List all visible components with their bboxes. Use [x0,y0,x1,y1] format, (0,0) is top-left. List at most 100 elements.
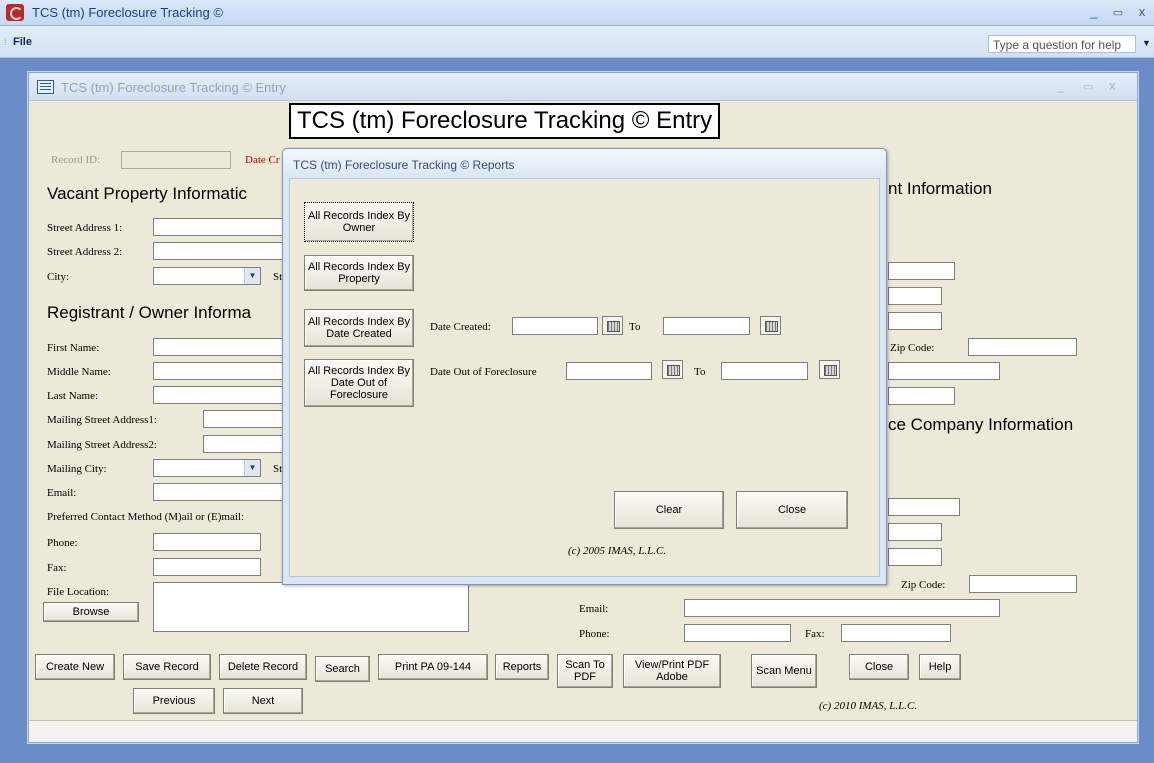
right-field-7[interactable] [888,523,942,541]
street-address-2-input[interactable] [153,242,287,260]
previous-button[interactable]: Previous [133,688,215,714]
minimize-icon[interactable]: _ [1057,78,1064,93]
email-label: Email: [47,487,77,499]
clear-button[interactable]: Clear [614,491,724,529]
search-button[interactable]: Search [315,656,370,682]
zip-code-input[interactable] [968,338,1077,356]
menu-file[interactable]: File [13,36,32,48]
right-fax-label: Fax: [805,628,825,640]
chevron-down-icon[interactable]: ▼ [1142,38,1151,48]
right-field-3[interactable] [888,312,942,330]
chevron-down-icon[interactable]: ▼ [244,460,260,476]
close-icon[interactable]: x [1109,78,1116,93]
zip-code-2-input[interactable] [969,575,1077,593]
first-name-input[interactable] [153,338,287,356]
report-by-date-out-button[interactable]: All Records Index By Date Out of Foreclo… [304,359,414,407]
calendar-icon[interactable] [760,316,781,335]
reports-dialog-body: All Records Index By Owner All Records I… [289,178,880,577]
print-pa-button[interactable]: Print PA 09-144 [378,654,488,680]
file-location-input[interactable] [153,582,469,632]
right-field-6[interactable] [888,498,960,516]
scan-to-pdf-button[interactable]: Scan To PDF [557,654,613,688]
delete-record-button[interactable]: Delete Record [219,654,307,680]
right-phone-label: Phone: [579,628,610,640]
mailing-city-label: Mailing City: [47,463,107,475]
right-email-label: Email: [579,603,609,615]
middle-name-input[interactable] [153,362,287,380]
report-by-date-created-button[interactable]: All Records Index By Date Created [304,309,414,347]
registrant-section-title: Registrant / Owner Informa [47,303,252,322]
right-section-title: nt Information [888,179,992,198]
close-form-button[interactable]: Close [849,654,909,680]
preferred-contact-label: Preferred Contact Method (M)ail or (E)ma… [47,511,245,523]
first-name-label: First Name: [47,342,100,354]
street-address-2-label: Street Address 2: [47,246,123,258]
zip-code-2-label: Zip Code: [901,579,946,591]
scan-menu-button[interactable]: Scan Menu [751,654,817,688]
mailing-address-2-label: Mailing Street Address2: [47,439,157,451]
date-out-to-input[interactable] [721,362,808,380]
help-button[interactable]: Help [919,654,961,680]
phone-label: Phone: [47,537,78,549]
view-print-pdf-button[interactable]: View/Print PDF Adobe [623,654,721,688]
date-created-label: Date Cr [245,154,280,166]
city-label: City: [47,271,70,283]
right-field-8[interactable] [888,548,942,566]
browse-button[interactable]: Browse [43,602,139,622]
street-address-1-input[interactable] [153,218,287,236]
mailing-address-2-input[interactable] [203,435,287,453]
restore-icon[interactable]: ▭ [1108,6,1128,19]
right-field-5[interactable] [888,387,955,405]
file-location-label: File Location: [47,586,110,598]
date-created-to-input[interactable] [663,317,750,335]
to-label: To [629,321,641,333]
fax-input[interactable] [153,558,261,576]
middle-name-label: Middle Name: [47,366,111,378]
date-out-filter-label: Date Out of Foreclosure [430,366,537,378]
calendar-icon[interactable] [819,360,840,379]
reports-dialog-title: TCS (tm) Foreclosure Tracking © Reports [293,158,515,172]
report-by-owner-button[interactable]: All Records Index By Owner [304,202,414,242]
chevron-down-icon[interactable]: ▼ [244,268,260,284]
form-icon [37,80,54,94]
close-icon[interactable]: x [1132,4,1152,19]
mailing-city-combobox[interactable]: ▼ [153,459,261,477]
right-field-2[interactable] [888,287,942,305]
phone-input[interactable] [153,533,261,551]
restore-icon[interactable]: ▭ [1083,80,1093,93]
mailing-address-1-input[interactable] [203,410,287,428]
reports-copyright: (c) 2005 IMAS, L.L.C. [568,545,667,557]
reports-dialog: TCS (tm) Foreclosure Tracking © Reports … [282,148,887,585]
report-by-property-button[interactable]: All Records Index By Property [304,255,414,291]
app-titlebar: TCS (tm) Foreclosure Tracking © _ ▭ x [0,0,1154,26]
record-id-label: Record ID: [51,154,101,166]
last-name-input[interactable] [153,386,287,404]
right-field-4[interactable] [888,362,1000,380]
form-heading: TCS (tm) Foreclosure Tracking © Entry [289,103,721,139]
create-new-button[interactable]: Create New [35,654,115,680]
next-button[interactable]: Next [223,688,303,714]
right-email-input[interactable] [684,599,1000,617]
fax-label: Fax: [47,562,67,574]
entry-window-title: TCS (tm) Foreclosure Tracking © Entry [61,80,286,95]
close-reports-button[interactable]: Close [736,491,848,529]
reports-button[interactable]: Reports [495,654,549,680]
date-created-from-input[interactable] [512,317,598,335]
insurance-section-title: ce Company Information [888,415,1074,434]
entry-titlebar: TCS (tm) Foreclosure Tracking © Entry _ … [29,73,1137,101]
calendar-icon[interactable] [662,360,683,379]
date-out-from-input[interactable] [566,362,652,380]
email-input[interactable] [153,483,287,501]
street-address-1-label: Street Address 1: [47,222,123,234]
save-record-button[interactable]: Save Record [123,654,211,680]
help-search-input[interactable]: Type a question for help [988,35,1136,53]
right-field-1[interactable] [888,262,955,280]
app-logo-icon [6,4,24,21]
right-fax-input[interactable] [841,624,951,642]
state-label: St [273,271,283,283]
city-combobox[interactable]: ▼ [153,267,261,285]
minimize-icon[interactable]: _ [1084,4,1104,19]
calendar-icon[interactable] [602,316,623,335]
entry-status-footer [29,720,1137,742]
right-phone-input[interactable] [684,624,791,642]
